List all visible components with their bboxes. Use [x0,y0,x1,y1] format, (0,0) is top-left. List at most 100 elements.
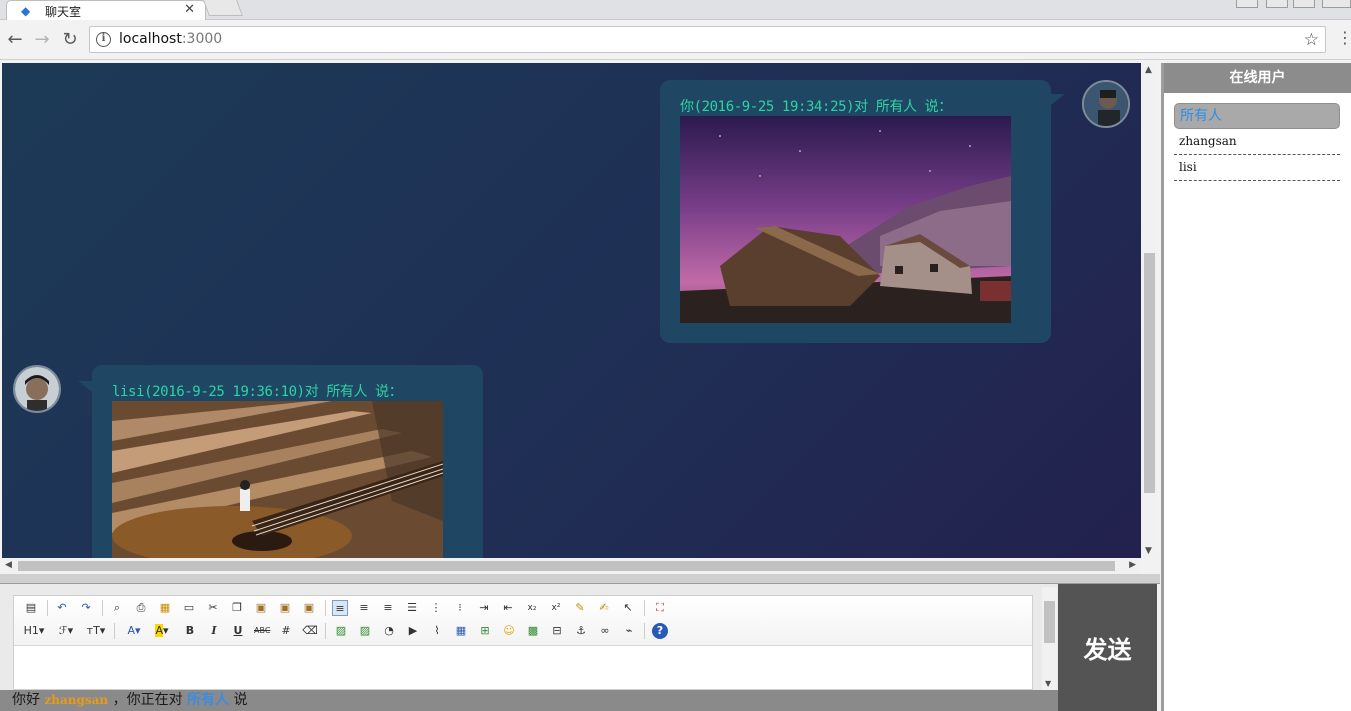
avatar-self[interactable] [1082,80,1130,128]
bubble-tail [1051,94,1065,105]
message-image-night-sky[interactable] [680,116,1011,323]
template-icon[interactable]: ▦ [157,600,173,616]
toolbar-divider [325,600,326,616]
emoji-icon[interactable]: ☺ [501,623,517,639]
tab-close-icon[interactable]: ✕ [184,2,195,17]
font-family-dropdown[interactable]: ℱ▾ [54,623,78,639]
browser-tab[interactable]: ◆ 聊天室 ✕ [6,0,206,20]
send-button[interactable]: 发送 [1058,584,1157,711]
font-color-icon[interactable]: A▾ [122,623,146,639]
paste-icon[interactable]: ▣ [253,600,269,616]
bookmark-star-icon[interactable]: ☆ [1304,30,1319,50]
bold-icon[interactable]: B [182,623,198,639]
forward-arrow-icon[interactable]: → [31,29,53,51]
window-close-button[interactable] [1322,0,1351,8]
back-arrow-icon[interactable]: ← [4,29,26,51]
print-icon[interactable]: ⎙ [133,600,149,616]
toolbar-divider [47,600,48,616]
ordered-list-icon[interactable]: ⋮ [428,600,444,616]
insert-table-icon[interactable]: ▦ [453,623,469,639]
insert-row-icon[interactable]: ⊞ [477,623,493,639]
link-icon[interactable]: ∞ [597,623,613,639]
insert-multi-image-icon[interactable]: ▨ [357,623,373,639]
undo-icon[interactable]: ↶ [54,600,70,616]
page-break-icon[interactable]: ⊟ [549,623,565,639]
scroll-up-arrow-icon[interactable]: ▲ [1145,65,1152,75]
preview-icon[interactable]: ⌕ [109,600,125,616]
editor-input[interactable] [14,646,1032,689]
paste-word-icon[interactable]: ▭ [181,600,197,616]
indent-icon[interactable]: ⇥ [476,600,492,616]
align-justify-icon[interactable]: ☰ [404,600,420,616]
scrollbar-thumb[interactable] [18,561,1115,571]
insert-video-icon[interactable]: ▶ [405,623,421,639]
maximize-button[interactable] [1293,0,1315,8]
editor-scrollbar[interactable]: ▼ [1042,587,1057,690]
online-users-panel: 在线用户 所有人 zhangsan lisi [1161,63,1351,711]
status-bar: 你好 zhangsan ，你正在对 所有人 说 [0,690,1058,711]
outdent-icon[interactable]: ⇤ [500,600,516,616]
select-all-icon[interactable]: ✍ [596,600,612,616]
paste-html-icon[interactable]: ▣ [301,600,317,616]
toolbar-divider [644,623,645,639]
user-item-zhangsan[interactable]: zhangsan [1174,129,1340,155]
help-icon[interactable]: ? [652,623,668,639]
reload-icon[interactable]: ↻ [59,29,81,51]
eraser-icon[interactable]: ⌫ [302,623,318,639]
underline-icon[interactable]: U [230,623,246,639]
status-username: zhangsan [44,693,109,707]
insert-map-icon[interactable]: ◔ [381,623,397,639]
cursor-icon[interactable]: ↖ [620,600,636,616]
scroll-down-arrow-icon[interactable]: ▼ [1145,546,1152,556]
unordered-list-icon[interactable]: ⁝ [452,600,468,616]
font-size-dropdown[interactable]: тT▾ [84,623,108,639]
scrollbar-thumb[interactable] [1144,253,1155,493]
scroll-right-arrow-icon[interactable]: ▶ [1129,560,1136,570]
profile-button[interactable] [1236,0,1258,8]
highlight-color-icon[interactable]: A▾ [150,623,174,639]
chat-horizontal-scrollbar[interactable]: ◀ ▶ [2,558,1141,574]
message-bubble: lisi(2016-9-25 19:36:10)对 所有人 说： [92,365,483,558]
paste-text-icon[interactable]: ▣ [277,600,293,616]
message-meta: lisi(2016-9-25 19:36:10)对 所有人 说： [112,384,403,400]
site-favicon-icon: ◆ [21,4,31,18]
copy-icon[interactable]: ❐ [229,600,245,616]
user-item-all[interactable]: 所有人 [1174,103,1340,129]
address-bar[interactable]: i localhost:3000 ☆ [89,26,1326,53]
avatar-lisi[interactable] [13,365,61,413]
scroll-down-arrow-icon[interactable]: ▼ [1045,679,1051,688]
align-center-icon[interactable]: ≡ [356,600,372,616]
align-right-icon[interactable]: ≡ [380,600,396,616]
table-icon[interactable]: # [278,623,294,639]
image-gallery-icon[interactable]: ▩ [525,623,541,639]
clear-format-icon[interactable]: ✎ [572,600,588,616]
user-list: 所有人 zhangsan lisi [1174,103,1340,181]
bubble-tail [78,381,92,392]
message-bubble: 你(2016-9-25 19:34:25)对 所有人 说： [660,80,1051,343]
insert-image-icon[interactable]: ▨ [333,623,349,639]
subscript-icon[interactable]: x₂ [524,600,540,616]
heading-dropdown[interactable]: H1▾ [21,623,47,639]
redo-icon[interactable]: ↷ [78,600,94,616]
message-image-guitar[interactable] [112,401,443,558]
site-info-icon[interactable]: i [96,32,111,47]
align-left-icon[interactable]: ≡ [332,600,348,616]
attachment-icon[interactable]: ⌇ [429,623,445,639]
anchor-icon[interactable]: ⚓ [573,623,589,639]
superscript-icon[interactable]: x² [548,600,564,616]
status-target: 所有人 [187,692,230,708]
chat-vertical-scrollbar[interactable]: ▲ ▼ [1141,63,1158,558]
browser-menu-icon[interactable]: ⋮ [1337,28,1351,47]
unlink-icon[interactable]: ⌁ [621,623,637,639]
fullscreen-icon[interactable]: ⛶ [652,600,668,616]
user-item-lisi[interactable]: lisi [1174,155,1340,181]
cut-icon[interactable]: ✂ [205,600,221,616]
new-tab-button[interactable] [203,0,243,16]
strikethrough-icon[interactable]: ABC [254,623,270,639]
italic-icon[interactable]: I [206,623,222,639]
minimize-button[interactable] [1266,0,1288,8]
status-end: 说 [233,692,248,708]
scroll-left-arrow-icon[interactable]: ◀ [5,560,12,570]
scrollbar-thumb[interactable] [1044,601,1055,643]
source-icon[interactable]: ▤ [23,600,39,616]
